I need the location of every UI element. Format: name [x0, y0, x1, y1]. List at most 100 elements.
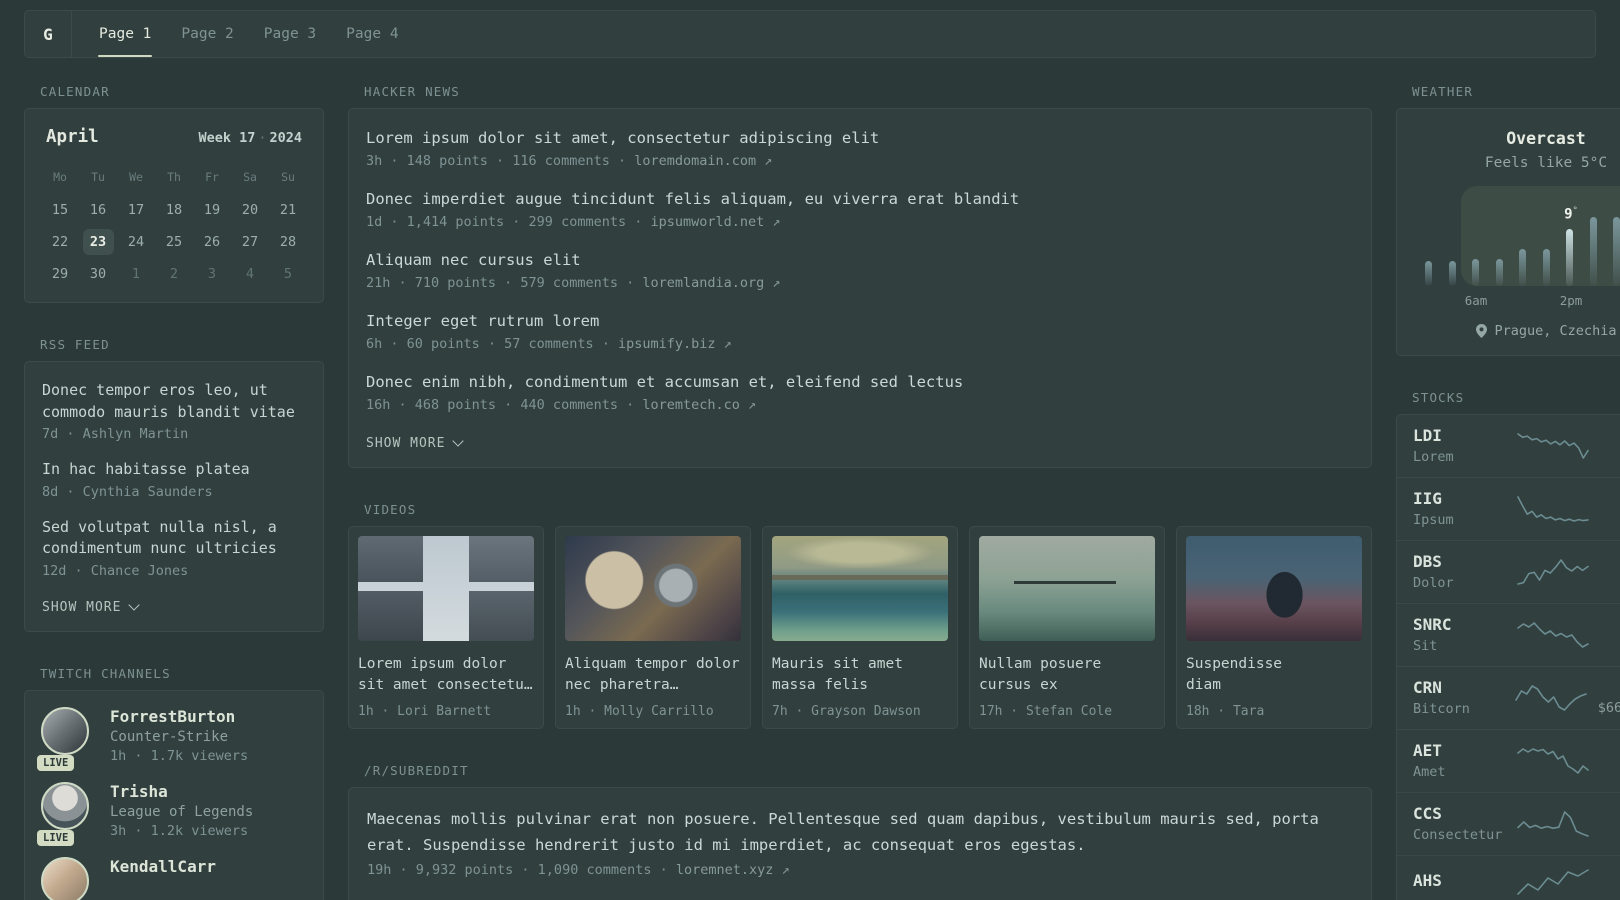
show-more-label: SHOW MORE [366, 436, 446, 451]
stock-price: $148.64 [1601, 637, 1620, 653]
top-nav: G Page 1 Page 2 Page 3 Page 4 [24, 10, 1596, 58]
stock-row[interactable]: LDI Lorem +4.35% $795.18 [1397, 415, 1620, 477]
nav-tabs: Page 1 Page 2 Page 3 Page 4 [72, 11, 414, 57]
channel-meta: 3h · 1.2k viewers [110, 822, 249, 839]
live-badge: LIVE [37, 754, 75, 771]
weather-location: Prague, Czechia [1413, 323, 1620, 339]
channel-meta: 1h · 1.7k viewers [110, 747, 249, 764]
time-label: 2pm [1559, 293, 1583, 308]
calendar-day: 17 [127, 202, 145, 218]
video-title[interactable]: Mauris sit amet massa felis [772, 654, 948, 696]
external-link-icon: ↗ [723, 336, 732, 352]
hn-item-domain-link[interactable]: ipsumworld.net [650, 214, 764, 230]
stock-sparkline [1517, 747, 1589, 774]
weather-location-text: Prague, Czechia [1494, 323, 1617, 339]
stock-name: Bitcorn [1413, 701, 1470, 717]
rss-item-meta: 12d · Chance Jones [42, 562, 189, 579]
hn-item-domain-link[interactable]: loremlandia.org [642, 275, 764, 291]
rss-show-more-button[interactable]: SHOW MORE [42, 598, 141, 615]
post-domain-link[interactable]: loremnet.xyz [676, 862, 774, 878]
stock-symbol: LDI [1413, 426, 1442, 445]
stock-row[interactable]: AHS +0.46% [1397, 855, 1620, 900]
hn-meta-text: 1d · 1,414 points · 299 comments · [366, 214, 643, 230]
stock-row[interactable]: CRN Bitcorn -1.00% $66,171.48 [1397, 666, 1620, 729]
calendar-day: 19 [203, 202, 221, 218]
post-title[interactable]: Maecenas mollis pulvinar erat non posuer… [367, 806, 1353, 858]
video-card[interactable]: Aliquam tempor dolor nec pharetra… 1h · … [555, 526, 751, 729]
channel-name[interactable]: ForrestBurton [110, 707, 248, 726]
post-meta: 19h · 9,932 points · 1,090 comments · lo… [367, 862, 1353, 878]
video-card[interactable]: Lorem ipsum dolor sit amet consectetu… 1… [348, 526, 544, 729]
stock-sparkline [1517, 621, 1589, 648]
stock-row[interactable]: IIG Ipsum +2.84% $42.04 [1397, 477, 1620, 540]
hn-item-title[interactable]: Integer eget rutrum lorem [366, 310, 1354, 332]
tab-page-2[interactable]: Page 2 [166, 11, 248, 57]
rss-item-title[interactable]: In hac habitasse platea [42, 459, 306, 481]
peak-temperature-label: 9° [1564, 206, 1578, 223]
twitch-channel[interactable]: KendallCarr [41, 856, 307, 900]
twitch-channel[interactable]: LIVE ForrestBurton Counter-Strike 1h · 1… [37, 706, 307, 771]
rss-item-title[interactable]: Sed volutpat nulla nisl, a condimentum n… [42, 517, 306, 560]
weather-bar [1519, 249, 1526, 286]
hn-item-title[interactable]: Aliquam nec cursus elit [366, 249, 1354, 271]
video-title[interactable]: Lorem ipsum dolor sit amet consectetu… [358, 654, 534, 696]
twitch-channel[interactable]: LIVE Trisha League of Legends 3h · 1.2k … [37, 781, 307, 846]
hn-meta-text: 3h · 148 points · 116 comments · [366, 153, 627, 169]
stock-change: +0.46% [1601, 872, 1620, 888]
stock-name: Consectetur [1413, 827, 1503, 843]
video-title[interactable]: Nullam posuere cursus ex [979, 654, 1155, 696]
channel-name[interactable]: KendallCarr [110, 857, 216, 876]
calendar-day: 30 [89, 266, 107, 282]
rss-title: RSS FEED [40, 337, 110, 352]
tab-page-3[interactable]: Page 3 [249, 11, 331, 57]
video-thumbnail[interactable] [1186, 536, 1362, 641]
rss-item-meta: 8d · Cynthia Saunders [42, 483, 213, 500]
weekday-label: Fr [205, 170, 219, 184]
stock-name: Sit [1413, 638, 1438, 654]
weather-bar [1589, 217, 1597, 286]
calendar-day-next-month: 4 [245, 266, 255, 282]
tab-page-4[interactable]: Page 4 [331, 11, 413, 57]
calendar-day: 26 [203, 234, 221, 250]
video-thumbnail[interactable] [979, 536, 1155, 641]
weekday-label: Th [167, 170, 181, 184]
hn-item: Donec imperdiet augue tincidunt felis al… [366, 188, 1354, 230]
calendar-day: 18 [165, 202, 183, 218]
hn-item-title[interactable]: Donec enim nibh, condimentum et accumsan… [366, 371, 1354, 393]
hn-meta-text: 21h · 710 points · 579 comments · [366, 275, 635, 291]
rss-item: Sed volutpat nulla nisl, a condimentum n… [42, 517, 306, 579]
hn-show-more-button[interactable]: SHOW MORE [366, 435, 465, 451]
stock-symbol: SNRC [1413, 615, 1452, 634]
hn-item-title[interactable]: Donec imperdiet augue tincidunt felis al… [366, 188, 1354, 210]
video-thumbnail[interactable] [772, 536, 948, 641]
calendar-day: 24 [127, 234, 145, 250]
hn-item: Aliquam nec cursus elit 21h · 710 points… [366, 249, 1354, 291]
tab-page-1[interactable]: Page 1 [84, 11, 166, 57]
weather-bar [1495, 259, 1503, 286]
video-card[interactable]: Nullam posuere cursus ex 17h · Stefan Co… [969, 526, 1165, 729]
weather-bar [1448, 261, 1456, 286]
hn-item-meta: 21h · 710 points · 579 comments · loreml… [366, 275, 1354, 291]
hn-item-domain-link[interactable]: ipsumify.biz [618, 336, 716, 352]
video-card[interactable]: Mauris sit amet massa felis 7h · Grayson… [762, 526, 958, 729]
video-title[interactable]: Suspendisse diam [1186, 654, 1362, 696]
video-thumbnail[interactable] [565, 536, 741, 641]
hn-item-title[interactable]: Lorem ipsum dolor sit amet, consectetur … [366, 127, 1354, 149]
stock-row[interactable]: AET Amet +0.92% $499.72 [1397, 729, 1620, 792]
hn-item-domain-link[interactable]: loremtech.co [642, 397, 740, 413]
stock-price: $795.18 [1601, 448, 1620, 464]
video-card[interactable]: Suspendisse diam 18h · Tara [1176, 526, 1372, 729]
video-title[interactable]: Aliquam tempor dolor nec pharetra… [565, 654, 741, 696]
stock-sparkline [1517, 869, 1589, 895]
stock-row[interactable]: SNRC Sit +1.36% $148.64 [1397, 603, 1620, 666]
calendar-day: 27 [241, 234, 259, 250]
video-meta: 7h · Grayson Dawson [772, 704, 921, 719]
channel-name[interactable]: Trisha [110, 782, 253, 801]
stock-name: Amet [1413, 764, 1446, 780]
rss-item-title[interactable]: Donec tempor eros leo, ut commodo mauris… [42, 380, 306, 423]
stock-row[interactable]: CCS Consectetur +0.51% $165.84 [1397, 792, 1620, 855]
app-logo[interactable]: G [25, 11, 72, 57]
stock-row[interactable]: DBS Dolor +1.42% $156.28 [1397, 540, 1620, 603]
video-thumbnail[interactable] [358, 536, 534, 641]
hn-item-domain-link[interactable]: loremdomain.com [634, 153, 756, 169]
